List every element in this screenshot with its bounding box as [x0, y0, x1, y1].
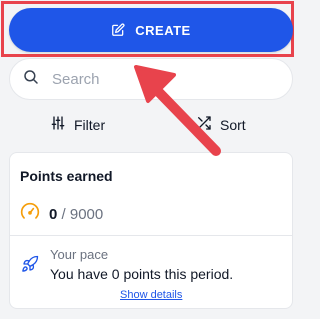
shuffle-icon	[196, 115, 212, 134]
search-icon	[22, 68, 40, 91]
search-box[interactable]	[9, 58, 293, 100]
filter-button[interactable]: Filter	[50, 115, 105, 134]
edit-icon	[111, 23, 125, 37]
filter-icon	[50, 115, 66, 134]
card-divider	[10, 235, 292, 236]
rocket-icon	[21, 255, 39, 278]
points-separator: /	[61, 205, 66, 223]
show-details-link[interactable]: Show details	[120, 289, 182, 301]
pace-text: You have 0 points this period.	[50, 266, 234, 282]
pace-label: Your pace	[50, 247, 109, 262]
search-input[interactable]	[50, 69, 254, 89]
create-button[interactable]: CREATE	[9, 8, 293, 52]
filter-label: Filter	[74, 116, 106, 133]
points-goal: 9000	[69, 205, 104, 223]
sort-button[interactable]: Sort	[196, 115, 246, 134]
create-button-label: CREATE	[135, 22, 191, 38]
gauge-icon	[20, 202, 40, 226]
points-summary: 0 / 9000	[20, 202, 103, 226]
points-earned: 0	[49, 205, 58, 223]
card-title: Points earned	[20, 168, 113, 184]
sort-label: Sort	[220, 116, 246, 133]
points-card: Points earned 0 / 9000 Your pace You hav…	[9, 152, 293, 309]
